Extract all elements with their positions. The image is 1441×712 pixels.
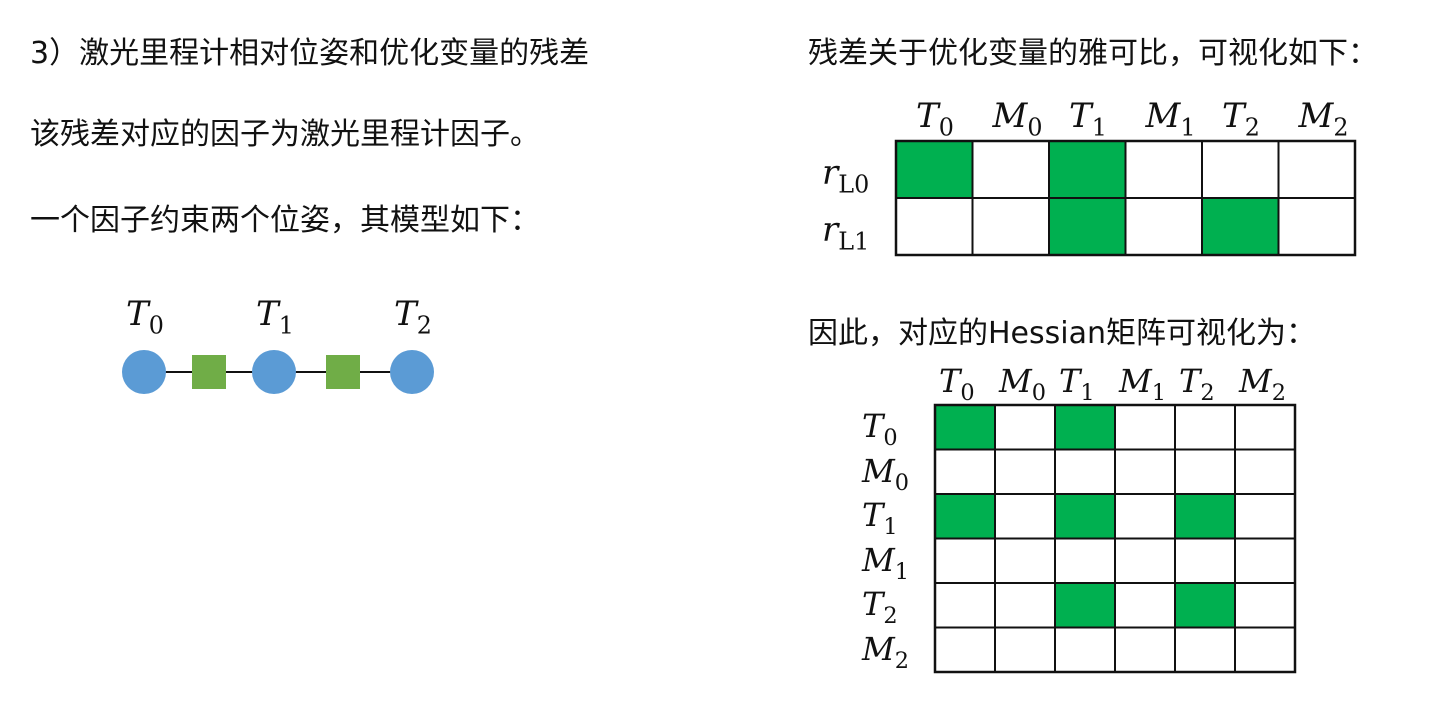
hessian-cell-5-1 bbox=[994, 626, 1056, 673]
hessian-row-label-3: M1 bbox=[862, 540, 910, 585]
hessian-cell-4-5 bbox=[1234, 582, 1296, 629]
hessian-cell-2-4 bbox=[1174, 493, 1236, 540]
hessian-cell-2-3 bbox=[1114, 493, 1176, 540]
hessian-column-label-4: T2 bbox=[1179, 362, 1215, 406]
hessian-cell-4-1 bbox=[994, 582, 1056, 629]
hessian-cell-4-0 bbox=[934, 582, 996, 629]
hessian-cell-3-4 bbox=[1174, 537, 1236, 584]
hessian-cell-4-4 bbox=[1174, 582, 1236, 629]
hessian-cell-1-4 bbox=[1174, 448, 1236, 495]
hessian-column-label-1: M0 bbox=[999, 362, 1047, 406]
hessian-cell-1-3 bbox=[1114, 448, 1176, 495]
hessian-cell-0-4 bbox=[1174, 404, 1236, 451]
hessian-cell-3-0 bbox=[934, 537, 996, 584]
hessian-cell-1-2 bbox=[1054, 448, 1116, 495]
hessian-cell-5-0 bbox=[934, 626, 996, 673]
hessian-column-label-0: T0 bbox=[939, 362, 975, 406]
hessian-column-label-3: M1 bbox=[1119, 362, 1167, 406]
hessian-cell-0-0 bbox=[934, 404, 996, 451]
hessian-row-label-4: T2 bbox=[862, 585, 898, 629]
hessian-cell-3-5 bbox=[1234, 537, 1296, 584]
hessian-cell-2-5 bbox=[1234, 493, 1296, 540]
hessian-cell-0-5 bbox=[1234, 404, 1296, 451]
hessian-cell-2-1 bbox=[994, 493, 1056, 540]
hessian-cell-5-5 bbox=[1234, 626, 1296, 673]
hessian-cell-0-2 bbox=[1054, 404, 1116, 451]
hessian-cell-1-5 bbox=[1234, 448, 1296, 495]
hessian-cell-2-0 bbox=[934, 493, 996, 540]
hessian-cell-2-2 bbox=[1054, 493, 1116, 540]
hessian-row-label-0: T0 bbox=[862, 407, 898, 451]
hessian-cell-0-1 bbox=[994, 404, 1056, 451]
hessian-cell-3-3 bbox=[1114, 537, 1176, 584]
hessian-row-label-2: T1 bbox=[862, 496, 898, 540]
hessian-cell-5-2 bbox=[1054, 626, 1116, 673]
hessian-cell-3-1 bbox=[994, 537, 1056, 584]
hessian-cell-1-0 bbox=[934, 448, 996, 495]
hessian-row-label-1: M0 bbox=[862, 451, 910, 496]
hessian-column-label-5: M2 bbox=[1239, 362, 1287, 406]
hessian-row-label-5: M2 bbox=[862, 629, 910, 674]
hessian-cell-5-3 bbox=[1114, 626, 1176, 673]
hessian-cell-4-3 bbox=[1114, 582, 1176, 629]
hessian-cell-1-1 bbox=[994, 448, 1056, 495]
hessian-cell-3-2 bbox=[1054, 537, 1116, 584]
hessian-cell-5-4 bbox=[1174, 626, 1236, 673]
hessian-column-label-2: T1 bbox=[1059, 362, 1095, 406]
hessian-cell-0-3 bbox=[1114, 404, 1176, 451]
hessian-matrix bbox=[933, 403, 1297, 674]
hessian-cell-4-2 bbox=[1054, 582, 1116, 629]
